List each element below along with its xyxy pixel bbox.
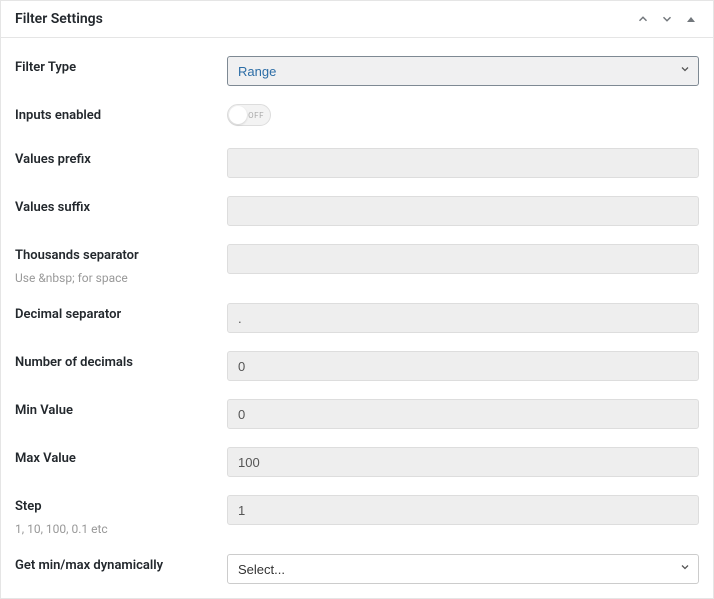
move-down-icon[interactable]: [659, 11, 675, 27]
row-inputs-enabled: Inputs enabled OFF: [15, 86, 699, 130]
row-decimal-separator: Decimal separator: [15, 285, 699, 333]
min-value-label: Min Value: [15, 403, 227, 418]
inputs-enabled-label: Inputs enabled: [15, 108, 227, 123]
panel-header: Filter Settings: [1, 1, 713, 38]
row-get-min-max-dynamically: Get min/max dynamically Select...: [15, 536, 699, 584]
row-values-suffix: Values suffix: [15, 178, 699, 226]
get-min-max-dynamically-select[interactable]: Select...: [227, 554, 699, 584]
move-up-icon[interactable]: [635, 11, 651, 27]
decimal-separator-label: Decimal separator: [15, 307, 227, 322]
toggle-state-text: OFF: [248, 111, 264, 120]
step-hint: 1, 10, 100, 0.1 etc: [15, 522, 227, 536]
filter-settings-panel: Filter Settings Filter Type Range: [0, 0, 714, 599]
panel-title: Filter Settings: [15, 11, 103, 27]
decimal-separator-input[interactable]: [227, 303, 699, 333]
row-number-of-decimals: Number of decimals: [15, 333, 699, 381]
toggle-knob: [229, 106, 247, 124]
panel-body: Filter Type Range Inputs enabled: [1, 38, 713, 598]
row-min-value: Min Value: [15, 381, 699, 429]
panel-controls: [635, 11, 699, 27]
filter-type-label: Filter Type: [15, 60, 227, 75]
filter-type-select[interactable]: Range: [227, 56, 699, 86]
number-of-decimals-input[interactable]: [227, 351, 699, 381]
max-value-input[interactable]: [227, 447, 699, 477]
row-step: Step 1, 10, 100, 0.1 etc: [15, 477, 699, 536]
inputs-enabled-toggle[interactable]: OFF: [227, 104, 271, 126]
get-min-max-dynamically-label: Get min/max dynamically: [15, 558, 227, 573]
values-prefix-label: Values prefix: [15, 152, 227, 167]
max-value-label: Max Value: [15, 451, 227, 466]
values-suffix-label: Values suffix: [15, 200, 227, 215]
min-value-input[interactable]: [227, 399, 699, 429]
values-suffix-input[interactable]: [227, 196, 699, 226]
thousands-separator-hint: Use &nbsp; for space: [15, 271, 227, 285]
thousands-separator-input[interactable]: [227, 244, 699, 274]
row-filter-type: Filter Type Range: [15, 38, 699, 86]
thousands-separator-label: Thousands separator: [15, 248, 227, 263]
row-max-value: Max Value: [15, 429, 699, 477]
step-label: Step: [15, 499, 227, 514]
step-input[interactable]: [227, 495, 699, 525]
collapse-icon[interactable]: [683, 11, 699, 27]
row-values-prefix: Values prefix: [15, 130, 699, 178]
row-thousands-separator: Thousands separator Use &nbsp; for space: [15, 226, 699, 285]
values-prefix-input[interactable]: [227, 148, 699, 178]
number-of-decimals-label: Number of decimals: [15, 355, 227, 370]
